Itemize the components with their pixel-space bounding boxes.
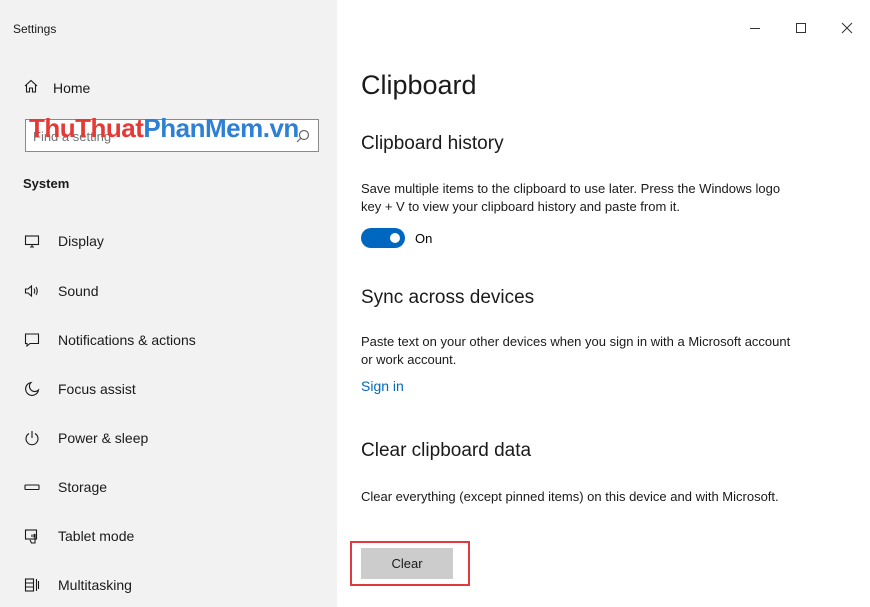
watermark-part-2: PhanMem.vn [143,113,299,143]
home-icon [23,78,39,97]
sidebar-item-notifications[interactable]: Notifications & actions [23,329,196,351]
clear-description: Clear everything (except pinned items) o… [361,489,779,504]
sidebar: Settings Home ThuThuatPhanMem.vn System … [0,0,337,607]
sidebar-item-sound[interactable]: Sound [23,280,98,302]
toggle-state-label: On [415,230,433,246]
multitasking-icon [23,576,41,594]
minimize-icon [750,28,760,29]
sound-icon [23,282,41,300]
clipboard-history-heading: Clipboard history [361,133,504,154]
toggle-knob [390,233,400,243]
sidebar-item-tablet-mode[interactable]: Tablet mode [23,525,134,547]
clipboard-history-toggle-row: On [361,228,432,248]
page-title: Clipboard [361,70,477,100]
maximize-icon [796,23,806,33]
sign-in-link[interactable]: Sign in [361,378,404,394]
clipboard-history-toggle[interactable] [361,228,405,248]
sidebar-item-label: Focus assist [58,381,136,397]
sidebar-item-label: Tablet mode [58,528,135,544]
sidebar-item-label: Multitasking [58,577,132,593]
sidebar-item-multitasking[interactable]: Multitasking [23,574,132,596]
sidebar-item-label: Storage [58,479,108,495]
storage-icon [23,478,41,496]
sidebar-item-power-sleep[interactable]: Power & sleep [23,427,148,449]
sidebar-item-home-label: Home [53,79,91,96]
sidebar-item-focus-assist[interactable]: Focus assist [23,378,136,400]
focus-assist-icon [23,380,41,398]
display-icon [23,232,41,250]
notifications-icon [23,331,41,349]
clipboard-history-description: Save multiple items to the clipboard to … [361,181,781,214]
sidebar-item-display[interactable]: Display [23,230,104,252]
close-button[interactable] [824,12,870,44]
sidebar-item-label: Sound [58,283,99,299]
section-label-system: System [23,176,70,191]
sync-description: Paste text on your other devices when yo… [361,334,791,367]
sidebar-item-label: Display [58,233,104,249]
maximize-button[interactable] [778,12,824,44]
close-icon [841,22,853,34]
minimize-button[interactable] [732,12,778,44]
power-icon [23,429,41,447]
sync-heading: Sync across devices [361,287,535,308]
clear-button[interactable]: Clear [361,548,453,579]
sidebar-item-label: Notifications & actions [58,332,196,348]
watermark: ThuThuatPhanMem.vn [29,113,299,144]
window-controls [732,12,870,44]
main-content: Clipboard Clipboard history Save multipl… [337,0,870,607]
watermark-part-1: ThuThuat [29,113,144,143]
tablet-mode-icon [23,527,41,545]
sidebar-item-label: Power & sleep [58,430,149,446]
sidebar-item-storage[interactable]: Storage [23,476,107,498]
clear-heading: Clear clipboard data [361,440,532,461]
app-title: Settings [13,22,57,36]
sidebar-item-home[interactable]: Home [23,78,90,97]
